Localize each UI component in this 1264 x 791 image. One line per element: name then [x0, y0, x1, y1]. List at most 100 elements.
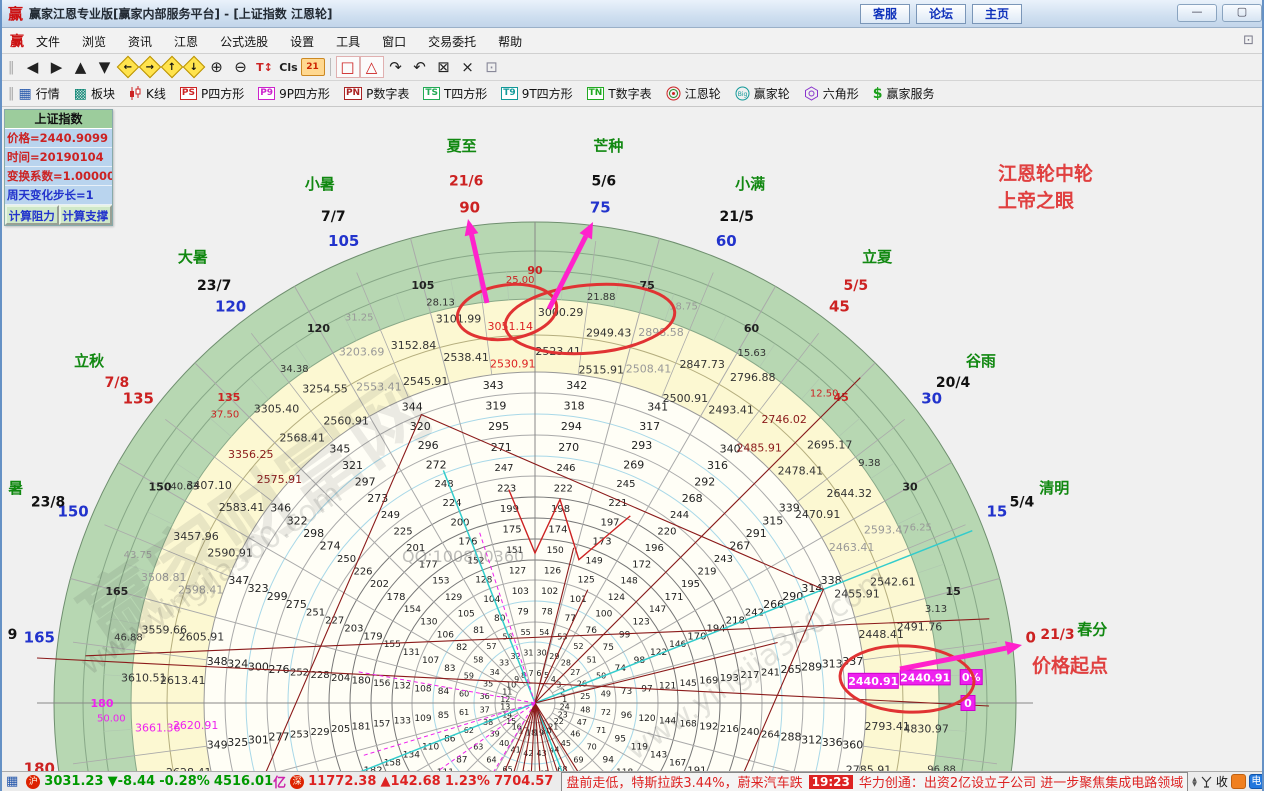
p9-icon: P9: [258, 87, 275, 100]
collapse-icon[interactable]: ×: [456, 56, 480, 78]
screen-icon[interactable]: ⊡: [480, 56, 504, 78]
svg-text:15.63: 15.63: [737, 348, 766, 359]
view-button-P数字表[interactable]: PNP数字表: [344, 85, 409, 102]
shanghai-icon[interactable]: 沪: [26, 775, 40, 789]
menu-item-文件[interactable]: 文件: [36, 35, 60, 49]
svg-text:225: 225: [394, 527, 413, 538]
nav-button-forum[interactable]: 论坛: [916, 4, 966, 24]
menu-item-江恩[interactable]: 江恩: [174, 35, 198, 49]
pointer-up-icon[interactable]: ▲: [69, 56, 93, 78]
rotate-cw-icon[interactable]: ↷: [384, 56, 408, 78]
svg-text:180: 180: [352, 676, 371, 687]
forward-icon[interactable]: ▶: [45, 56, 69, 78]
svg-text:40.63: 40.63: [170, 482, 199, 493]
view-button-板块[interactable]: ▩板块: [74, 85, 115, 102]
view-button-赢家轮[interactable]: Big赢家轮: [735, 85, 790, 102]
box-x-icon[interactable]: ⊠: [432, 56, 456, 78]
svg-text:150: 150: [547, 546, 564, 556]
menu-item-公式选股[interactable]: 公式选股: [220, 35, 268, 49]
nav-button-service[interactable]: 客服: [860, 4, 910, 24]
svg-text:21/3: 21/3: [1040, 627, 1074, 643]
view-button-K线[interactable]: K线: [129, 85, 166, 102]
svg-text:2695.17: 2695.17: [807, 439, 853, 452]
calc-resistance-button[interactable]: 计算阻力: [5, 205, 59, 225]
menu-item-交易委托[interactable]: 交易委托: [428, 35, 476, 49]
quote-grid-icon[interactable]: ▦: [6, 774, 18, 789]
minimize-button[interactable]: —: [1177, 4, 1217, 22]
pointer-down-icon[interactable]: ▼: [93, 56, 117, 78]
ticker-scroll-arrows[interactable]: ▲▼: [1192, 777, 1197, 787]
view-button-江恩轮[interactable]: 江恩轮: [666, 85, 721, 102]
calendar-icon[interactable]: 21: [301, 58, 325, 76]
svg-text:大暑: 大暑: [178, 248, 208, 266]
svg-text:3661.36: 3661.36: [135, 722, 181, 735]
svg-text:小暑: 小暑: [305, 175, 335, 193]
shenzhen-icon[interactable]: 深: [290, 775, 304, 789]
view-button-P四方形[interactable]: PSP四方形: [180, 85, 244, 102]
menu-item-帮助[interactable]: 帮助: [498, 35, 522, 49]
menu-item-浏览[interactable]: 浏览: [82, 35, 106, 49]
view-button-9P四方形[interactable]: P99P四方形: [258, 85, 330, 102]
menu-item-窗口[interactable]: 窗口: [382, 35, 406, 49]
taskbar-orange-icon[interactable]: [1231, 774, 1246, 789]
view-button-六角形[interactable]: 六角形: [804, 85, 859, 102]
view-button-赢家服务[interactable]: $赢家服务: [873, 85, 935, 102]
taskbar-blue-icon[interactable]: 电: [1249, 774, 1264, 789]
svg-text:131: 131: [403, 648, 420, 658]
svg-text:274: 274: [320, 540, 341, 553]
diamond-down-icon[interactable]: ↓: [182, 56, 205, 79]
cls-button[interactable]: Cls: [277, 56, 301, 78]
svg-text:江恩轮中轮: 江恩轮中轮: [998, 162, 1093, 185]
svg-text:313: 313: [822, 658, 843, 671]
instrument-name: 上证指数: [5, 110, 112, 129]
zoom-out-icon[interactable]: ⊖: [229, 56, 253, 78]
svg-text:175: 175: [503, 525, 522, 536]
svg-text:31: 31: [523, 649, 533, 658]
svg-text:7: 7: [529, 669, 534, 678]
svg-text:52: 52: [573, 642, 583, 651]
svg-text:96: 96: [621, 711, 633, 721]
svg-text:127: 127: [509, 567, 526, 577]
back-icon[interactable]: ◀: [21, 56, 45, 78]
nav-button-home[interactable]: 主页: [972, 4, 1022, 24]
triangle-tool-icon[interactable]: △: [360, 56, 384, 78]
child-window-icon[interactable]: ⊡: [1243, 33, 1254, 48]
svg-text:102: 102: [541, 587, 558, 597]
svg-text:179: 179: [364, 631, 383, 642]
diamond-right-icon[interactable]: →: [138, 56, 161, 79]
rotate-ccw-icon[interactable]: ↶: [408, 56, 432, 78]
svg-text:240: 240: [740, 727, 759, 738]
square-tool-icon[interactable]: □: [336, 56, 360, 78]
svg-text:3: 3: [556, 681, 561, 690]
view-button-行情[interactable]: ▦行情: [19, 85, 60, 102]
svg-text:60: 60: [716, 232, 737, 250]
svg-text:126: 126: [544, 567, 561, 577]
hexagon-icon: [804, 86, 819, 101]
t-range-icon[interactable]: T↕: [253, 56, 277, 78]
view-button-9T四方形[interactable]: T99T四方形: [501, 85, 572, 102]
calc-support-button[interactable]: 计算支撑: [59, 205, 113, 225]
menu-item-资讯[interactable]: 资讯: [128, 35, 152, 49]
maximize-button[interactable]: ▢: [1222, 4, 1262, 22]
diamond-left-icon[interactable]: ←: [116, 56, 139, 79]
statusbar-right: ▲▼ 收 电: [1192, 773, 1264, 790]
view-label: P数字表: [366, 85, 409, 102]
svg-text:295: 295: [488, 420, 509, 433]
zoom-in-icon[interactable]: ⊕: [205, 56, 229, 78]
sz-volume: 7704.57: [494, 774, 553, 789]
svg-text:2440.91: 2440.91: [900, 671, 950, 684]
diamond-up-icon[interactable]: ↑: [160, 56, 183, 79]
view-button-T数字表[interactable]: TNT数字表: [587, 85, 652, 102]
window-controls: — ▢: [1177, 4, 1262, 22]
view-button-T四方形[interactable]: TST四方形: [423, 85, 487, 102]
svg-text:272: 272: [426, 458, 447, 471]
svg-text:2508.41: 2508.41: [626, 363, 672, 376]
menu-item-设置[interactable]: 设置: [290, 35, 314, 49]
toolbar-grip: ‖: [8, 60, 15, 75]
svg-text:130: 130: [420, 618, 437, 628]
svg-text:暑: 暑: [8, 479, 23, 497]
menu-item-工具[interactable]: 工具: [336, 35, 360, 49]
grid-icon: ▦: [19, 86, 32, 102]
svg-text:216: 216: [720, 724, 739, 735]
svg-text:20/4: 20/4: [936, 375, 971, 391]
